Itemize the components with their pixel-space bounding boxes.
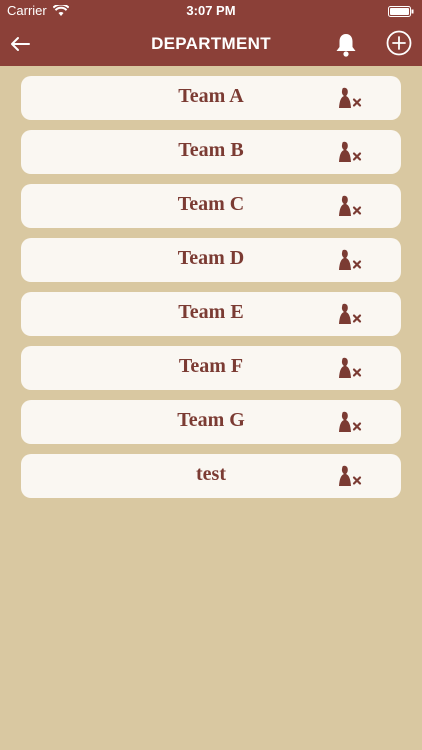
remove-user-icon bbox=[337, 141, 367, 168]
page-title: DEPARTMENT bbox=[151, 34, 271, 53]
remove-user-button[interactable] bbox=[337, 464, 367, 488]
remove-user-icon bbox=[337, 357, 367, 384]
department-row[interactable]: test bbox=[21, 454, 401, 498]
department-list: Team A Team B Team C Team D Team E Team … bbox=[21, 76, 401, 508]
remove-user-icon bbox=[337, 465, 367, 492]
status-bar: Carrier 3:07 PM bbox=[0, 0, 422, 22]
battery-icon bbox=[388, 5, 414, 17]
remove-user-button[interactable] bbox=[337, 248, 367, 272]
notifications-button[interactable] bbox=[334, 32, 358, 58]
remove-user-button[interactable] bbox=[337, 86, 367, 110]
remove-user-button[interactable] bbox=[337, 140, 367, 164]
department-row[interactable]: Team E bbox=[21, 292, 401, 336]
remove-user-button[interactable] bbox=[337, 410, 367, 434]
department-row[interactable]: Team G bbox=[21, 400, 401, 444]
department-row[interactable]: Team D bbox=[21, 238, 401, 282]
remove-user-icon bbox=[337, 87, 367, 114]
remove-user-button[interactable] bbox=[337, 194, 367, 218]
department-row[interactable]: Team C bbox=[21, 184, 401, 228]
department-row[interactable]: Team A bbox=[21, 76, 401, 120]
remove-user-icon bbox=[337, 249, 367, 276]
department-row[interactable]: Team B bbox=[21, 130, 401, 174]
remove-user-icon bbox=[337, 195, 367, 222]
add-circle-icon bbox=[386, 30, 412, 60]
status-time: 3:07 PM bbox=[186, 3, 236, 18]
bell-icon bbox=[334, 34, 358, 62]
navigation-bar: DEPARTMENT bbox=[0, 22, 422, 66]
department-row[interactable]: Team F bbox=[21, 346, 401, 390]
remove-user-icon bbox=[337, 411, 367, 438]
remove-user-button[interactable] bbox=[337, 356, 367, 380]
remove-user-icon bbox=[337, 303, 367, 330]
remove-user-button[interactable] bbox=[337, 302, 367, 326]
add-department-button[interactable] bbox=[386, 30, 412, 56]
